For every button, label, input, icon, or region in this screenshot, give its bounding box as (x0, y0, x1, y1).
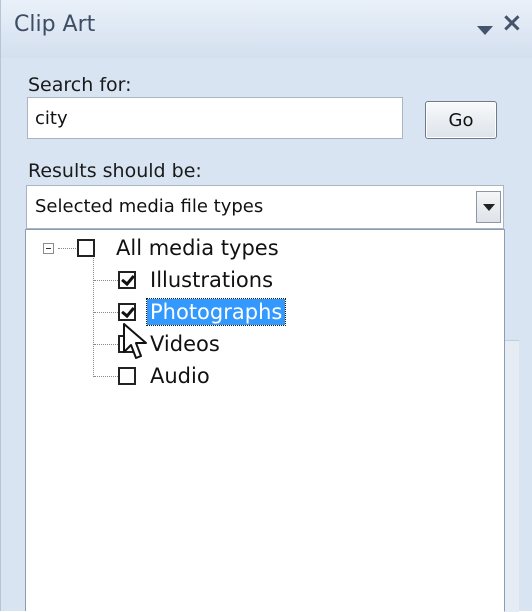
search-label: Search for: (28, 74, 132, 96)
dropdown-arrow-icon[interactable] (476, 191, 501, 223)
tree-label-videos[interactable]: Videos (147, 331, 223, 357)
tree-label-photographs[interactable]: Photographs (145, 298, 287, 326)
tree-connector (58, 248, 78, 249)
checkbox-audio[interactable] (118, 367, 136, 385)
checkbox-all-media-types[interactable] (77, 239, 95, 257)
checkbox-videos[interactable] (118, 335, 136, 353)
tree-connector (93, 256, 94, 377)
search-input[interactable] (27, 97, 403, 139)
checkbox-illustrations[interactable] (118, 271, 136, 289)
chevron-down-icon[interactable] (477, 26, 493, 35)
checkbox-photographs[interactable] (118, 303, 136, 321)
close-icon[interactable]: × (501, 10, 523, 36)
pane-title-bar: Clip Art × (1, 0, 532, 58)
results-area-edge (504, 340, 519, 612)
tree-label-illustrations[interactable]: Illustrations (147, 267, 276, 293)
collapse-icon[interactable] (43, 243, 54, 254)
tree-label-all-media-types: All media types (116, 236, 279, 260)
tree-connector (94, 344, 118, 345)
media-type-dropdown[interactable]: Selected media file types (26, 185, 504, 229)
tree-connector (94, 312, 118, 313)
clip-art-pane: Clip Art × Search for: Go Results should… (0, 0, 532, 612)
tree-connector (94, 376, 118, 377)
media-types-tree: All media types Illustrations Photograph… (25, 229, 505, 611)
tree-connector (94, 280, 118, 281)
dropdown-selected-value: Selected media file types (35, 196, 264, 217)
pane-title: Clip Art (14, 12, 96, 37)
go-button[interactable]: Go (425, 101, 497, 139)
results-label: Results should be: (28, 160, 202, 182)
tree-label-audio[interactable]: Audio (147, 363, 213, 389)
